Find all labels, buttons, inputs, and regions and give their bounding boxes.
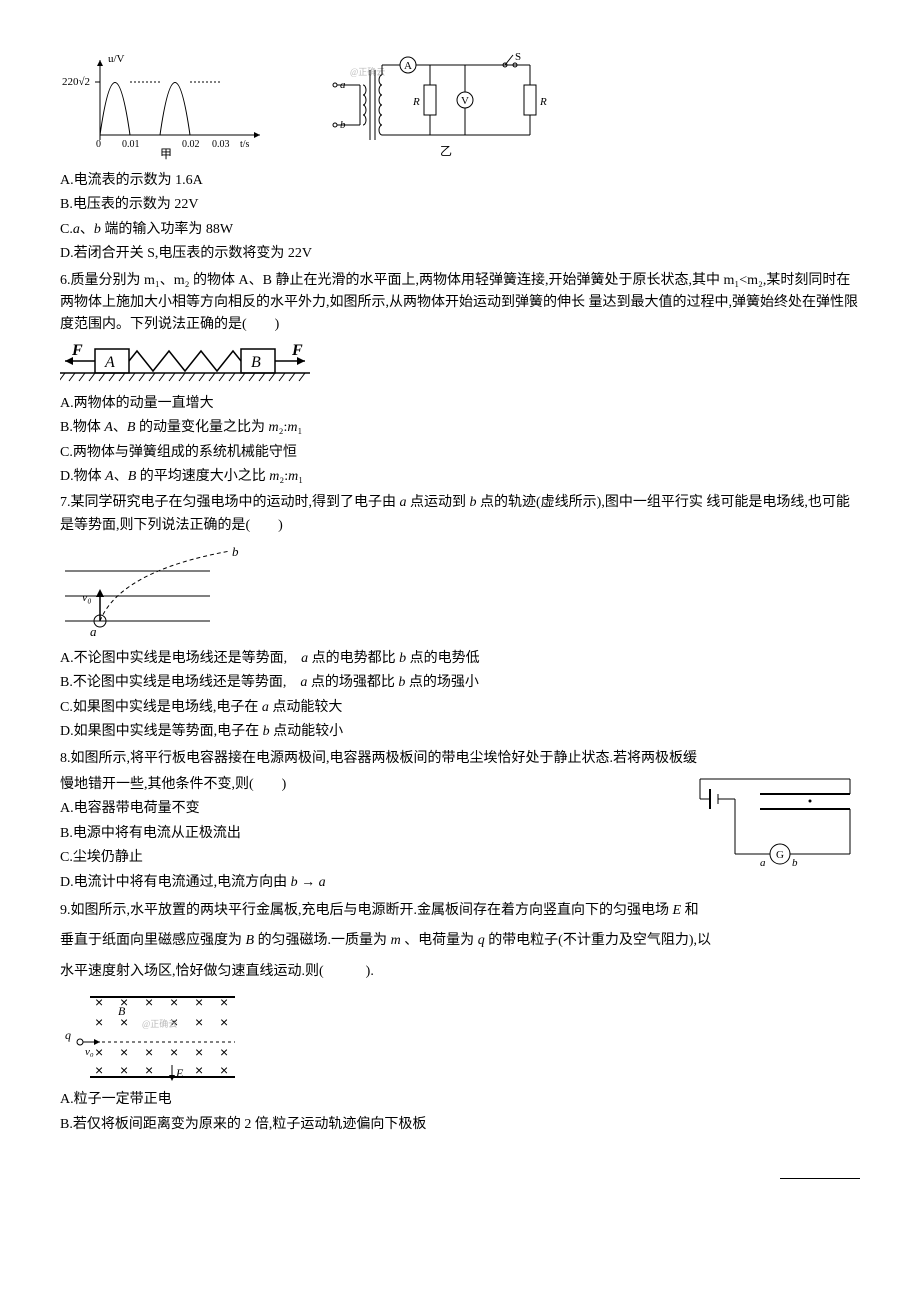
point-b: b bbox=[232, 544, 239, 559]
x-tick-1: 0.01 bbox=[122, 139, 140, 150]
q9-line1: 9.如图所示,水平放置的两块平行金属板,充电后与电源断开.金属板间存在着方向竖直… bbox=[60, 900, 860, 922]
svg-text:×: × bbox=[220, 1014, 228, 1030]
svg-text:×: × bbox=[195, 1062, 203, 1078]
q9-option-b: B.若仅将板间距离变为原来的 2 倍,粒子运动轨迹偏向下极板 bbox=[60, 1114, 860, 1136]
svg-text:×: × bbox=[145, 1062, 153, 1078]
voltmeter-label: V bbox=[461, 95, 469, 107]
q5-option-c: C.a、b 端的输入功率为 88W bbox=[60, 219, 860, 241]
watermark: @正确云 bbox=[350, 66, 385, 77]
q8-option-d: D.电流计中将有电流通过,电流方向由 b → a bbox=[60, 872, 650, 894]
q5-option-b: B.电压表的示数为 22V bbox=[60, 194, 860, 216]
q7-line1: 7.某同学研究电子在匀强电场中的运动时,得到了电子由 a 点运动到 b 点的轨迹… bbox=[60, 495, 703, 510]
q6-line1: 6.质量分别为 m₁、m₂ 的物体 A、B 静止在光滑的水平面上,两物体用轻弹簧… bbox=[60, 273, 720, 288]
charge-q: q bbox=[65, 1028, 71, 1042]
q8-line2: 慢地错开一些,其他条件不变,则( ) bbox=[60, 774, 650, 796]
y-axis-value: 220√2 bbox=[62, 76, 90, 88]
svg-text:×: × bbox=[95, 1062, 103, 1078]
x-axis-label: t/s bbox=[240, 139, 250, 150]
graph-caption-jia: 甲 bbox=[160, 147, 172, 160]
q8-option-b: B.电源中将有电流从正极流出 bbox=[60, 823, 650, 845]
q6-option-c: C.两物体与弹簧组成的系统机械能守恒 bbox=[60, 442, 860, 464]
q5-option-a: A.电流表的示数为 1.6A bbox=[60, 170, 860, 192]
velocity-v0: v₀ bbox=[82, 590, 92, 604]
svg-text:×: × bbox=[145, 1044, 153, 1060]
svg-text:×: × bbox=[120, 1062, 128, 1078]
node-b: b bbox=[792, 857, 798, 869]
svg-text:×: × bbox=[220, 1062, 228, 1078]
x-tick-2: 0.02 bbox=[182, 139, 200, 150]
graph-jia: u/V 220√2 0 0.01 0.02 0.03 t/s 甲 bbox=[60, 50, 270, 160]
resistor-1-label: R bbox=[412, 96, 420, 108]
switch-label: S bbox=[515, 51, 521, 63]
ammeter-label: A bbox=[404, 60, 412, 72]
galvanometer-label: G bbox=[776, 849, 784, 861]
svg-text:×: × bbox=[95, 1014, 103, 1030]
svg-text:×: × bbox=[170, 1044, 178, 1060]
footer-rule bbox=[780, 1178, 860, 1179]
x-tick-0: 0 bbox=[96, 139, 101, 150]
block-a: A bbox=[104, 354, 115, 371]
resistor-2-label: R bbox=[539, 96, 547, 108]
node-a: a bbox=[760, 857, 766, 869]
q7-option-a: A.不论图中实线是电场线还是等势面, a 点的电势都比 b 点的电势低 bbox=[60, 648, 860, 670]
q9-stem: 9.如图所示,水平放置的两块平行金属板,充电后与电源断开.金属板间存在着方向竖直… bbox=[60, 900, 860, 983]
q6-option-b: B.物体 A、B 的动量变化量之比为 m₂:m₁ bbox=[60, 417, 860, 439]
svg-text:×: × bbox=[95, 994, 103, 1010]
svg-text:×: × bbox=[120, 1044, 128, 1060]
q6-figure: F A B F bbox=[60, 341, 320, 391]
q9-figure: ×××××× ××××× ×××××× ××××× B @正确云 q v₀ E bbox=[60, 987, 250, 1087]
svg-text:×: × bbox=[220, 994, 228, 1010]
y-axis-label: u/V bbox=[108, 53, 125, 65]
q9-line2: 垂直于纸面向里磁感应强度为 B 的匀强磁场.一质量为 m 、电荷量为 q 的带电… bbox=[60, 930, 860, 952]
q7-stem: 7.某同学研究电子在匀强电场中的运动时,得到了电子由 a 点运动到 b 点的轨迹… bbox=[60, 492, 860, 537]
q6-option-a: A.两物体的动量一直增大 bbox=[60, 393, 860, 415]
svg-text:×: × bbox=[95, 1044, 103, 1060]
q9-option-a: A.粒子一定带正电 bbox=[60, 1089, 860, 1111]
q9-line3: 水平速度射入场区,恰好做匀速直线运动.则( ). bbox=[60, 961, 860, 983]
circuit-caption-yi: 乙 bbox=[440, 144, 452, 158]
q7-option-b: B.不论图中实线是电场线还是等势面, a 点的场强都比 b 点的场强小 bbox=[60, 672, 860, 694]
q8-figure: G a b bbox=[690, 774, 860, 874]
force-f2: F bbox=[291, 342, 303, 359]
point-a: a bbox=[90, 624, 97, 639]
svg-text:×: × bbox=[170, 994, 178, 1010]
q8-line1: 8.如图所示,将平行板电容器接在电源两极间,电容器两极板间的带电尘埃恰好处于静止… bbox=[60, 751, 697, 766]
q5-figures: u/V 220√2 0 0.01 0.02 0.03 t/s 甲 @正确云 a … bbox=[60, 50, 860, 160]
q5-option-d: D.若闭合开关 S,电压表的示数将变为 22V bbox=[60, 243, 860, 265]
field-e-label: E bbox=[175, 1066, 184, 1080]
block-b: B bbox=[251, 354, 261, 371]
circuit-yi: @正确云 a b A S R V bbox=[300, 50, 550, 160]
svg-text:×: × bbox=[145, 994, 153, 1010]
x-tick-3: 0.03 bbox=[212, 139, 230, 150]
q7-figure: a v₀ b bbox=[60, 541, 260, 646]
svg-text:×: × bbox=[195, 994, 203, 1010]
q6-stem: 6.质量分别为 m₁、m₂ 的物体 A、B 静止在光滑的水平面上,两物体用轻弹簧… bbox=[60, 270, 860, 337]
svg-text:×: × bbox=[195, 1014, 203, 1030]
force-f1: F bbox=[71, 342, 83, 359]
q7-option-d: D.如果图中实线是等势面,电子在 b 点动能较小 bbox=[60, 721, 860, 743]
q7-option-c: C.如果图中实线是电场线,电子在 a 点动能较大 bbox=[60, 697, 860, 719]
velocity-v0-q9: v₀ bbox=[85, 1046, 94, 1058]
q8-stem: 8.如图所示,将平行板电容器接在电源两极间,电容器两极板间的带电尘埃恰好处于静止… bbox=[60, 748, 860, 770]
q6-option-d: D.物体 A、B 的平均速度大小之比 m₂:m₁ bbox=[60, 466, 860, 488]
svg-text:×: × bbox=[195, 1044, 203, 1060]
q8-option-a: A.电容器带电荷量不变 bbox=[60, 798, 650, 820]
svg-text:×: × bbox=[220, 1044, 228, 1060]
field-b-label: B bbox=[118, 1004, 126, 1018]
q9-watermark: @正确云 bbox=[142, 1018, 177, 1029]
q8-option-c: C.尘埃仍静止 bbox=[60, 847, 650, 869]
